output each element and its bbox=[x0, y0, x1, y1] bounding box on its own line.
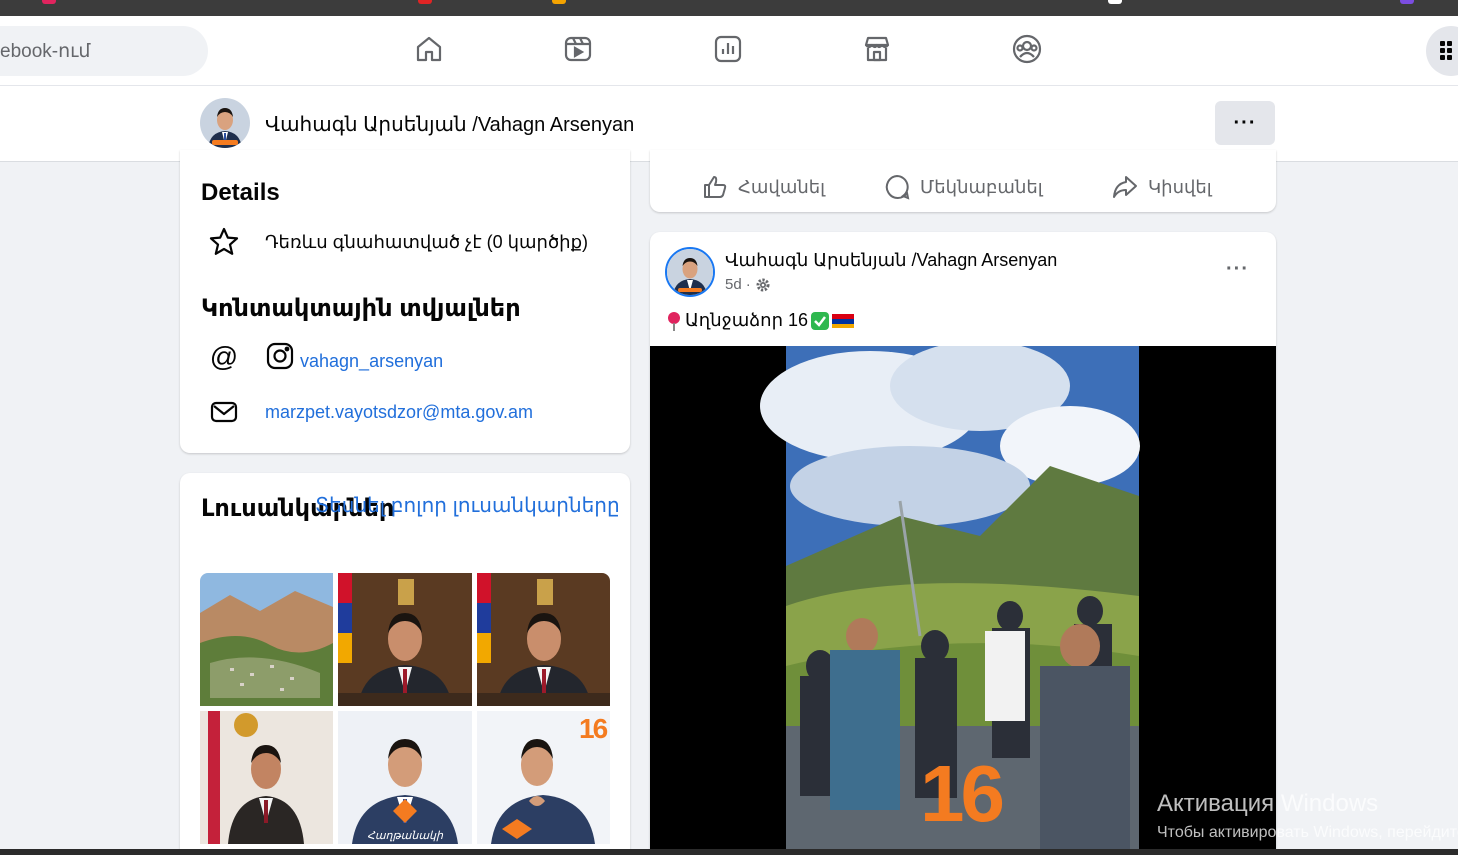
video-icon[interactable] bbox=[561, 32, 595, 66]
search-placeholder: ebook-ում bbox=[0, 40, 91, 62]
post-meta: 5d · bbox=[725, 276, 771, 293]
tab-favicon bbox=[42, 0, 56, 4]
top-navigation: ebook-ում bbox=[0, 16, 1458, 86]
gear-icon bbox=[756, 278, 770, 291]
post-text: Աղնջաձոր 16 bbox=[665, 310, 855, 331]
photos-card: Լուսանկարներ Տեսնել բոլոր լուսանկարները bbox=[180, 473, 630, 855]
photo-thumbnail[interactable] bbox=[338, 573, 472, 706]
email-link[interactable]: marzpet.vayotsdzor@mta.gov.am bbox=[265, 402, 533, 423]
contact-title: Կոնտակտային տվյալներ bbox=[201, 295, 521, 322]
svg-text:Հաղթանակի: Հաղթանակի bbox=[367, 830, 444, 842]
taskbar-edge bbox=[0, 849, 1458, 855]
like-button[interactable]: Հավանել bbox=[702, 174, 825, 200]
watermark-line-1: Активация Windows bbox=[1157, 790, 1379, 817]
post-text-content: Աղնջաձոր 16 bbox=[685, 310, 809, 330]
details-card: Details Դեռևս գնահատված չէ (0 կարծիք) Կո… bbox=[180, 150, 630, 453]
photo-thumbnail[interactable] bbox=[477, 573, 610, 706]
menu-grid-icon[interactable] bbox=[1426, 26, 1458, 76]
post-author-avatar[interactable] bbox=[665, 247, 715, 297]
post-author-name[interactable]: Վահագն Արսենյան /Vahagn Arsenyan bbox=[725, 250, 1057, 271]
search-input[interactable]: ebook-ում bbox=[0, 26, 208, 76]
photo-thumbnail[interactable] bbox=[200, 573, 333, 706]
tab-favicon bbox=[1400, 0, 1414, 4]
profile-avatar[interactable] bbox=[200, 98, 250, 148]
post-more-button[interactable]: ··· bbox=[1226, 258, 1249, 281]
star-icon bbox=[207, 225, 241, 259]
post-meta-separator: · bbox=[745, 276, 751, 293]
photos-title: Լուսանկարներ bbox=[201, 495, 395, 522]
profile-name: Վահագն Արսենյան /Vahagn Arsenyan bbox=[265, 114, 635, 136]
post-time[interactable]: 5d bbox=[725, 276, 742, 293]
check-mark-icon bbox=[811, 311, 830, 330]
photo-thumbnail[interactable]: 16 bbox=[477, 711, 610, 844]
pin-icon bbox=[668, 311, 680, 331]
dashboard-icon[interactable] bbox=[711, 32, 745, 66]
instagram-link[interactable]: vahagn_arsenyan bbox=[300, 351, 443, 372]
rating-text: Դեռևս գնահատված չէ (0 կարծիք) bbox=[265, 232, 589, 252]
home-icon[interactable] bbox=[412, 32, 446, 66]
tab-favicon bbox=[1108, 0, 1122, 4]
like-icon bbox=[704, 176, 727, 198]
see-all-photos-link[interactable]: Տեսնել բոլոր լուսանկարները bbox=[315, 493, 620, 518]
browser-tab-strip bbox=[0, 0, 1458, 16]
share-button[interactable]: Կիսվել bbox=[1112, 174, 1212, 200]
profile-more-button[interactable]: ··· bbox=[1215, 101, 1275, 145]
comment-label: Մեկնաբանել bbox=[920, 176, 1043, 197]
details-title: Details bbox=[201, 179, 280, 206]
windows-activation-watermark: Активация Windows Чтобы активировать Win… bbox=[1157, 790, 1458, 842]
tab-favicon bbox=[418, 0, 432, 4]
post-actions-card: Հավանել Մեկնաբանել Կիսվել bbox=[650, 150, 1276, 212]
comment-icon bbox=[885, 174, 910, 200]
post-card: Վահագն Արսենյան /Vahagn Arsenyan 5d · ··… bbox=[650, 232, 1276, 855]
at-sign-icon: @ bbox=[209, 341, 239, 372]
photo-thumbnail[interactable]: Հաղթանակի bbox=[338, 711, 472, 844]
email-icon bbox=[207, 395, 241, 429]
instagram-icon bbox=[263, 339, 297, 373]
tab-favicon bbox=[552, 0, 566, 4]
photo-overlay-number: 16 bbox=[579, 713, 608, 744]
share-icon bbox=[1113, 176, 1137, 198]
groups-icon[interactable] bbox=[1010, 32, 1044, 66]
comment-button[interactable]: Մեկնաբանել bbox=[884, 174, 1043, 200]
watermark-line-2: Чтобы активировать Windows, перейдите bbox=[1157, 824, 1458, 841]
armenian-flag-icon bbox=[832, 313, 855, 328]
like-label: Հավանել bbox=[738, 176, 826, 197]
marketplace-icon[interactable] bbox=[860, 32, 894, 66]
share-label: Կիսվել bbox=[1148, 176, 1212, 197]
photo-thumbnail[interactable] bbox=[200, 711, 333, 844]
post-video[interactable]: 16 bbox=[650, 346, 1276, 855]
video-overlay-number: 16 bbox=[920, 749, 1002, 838]
